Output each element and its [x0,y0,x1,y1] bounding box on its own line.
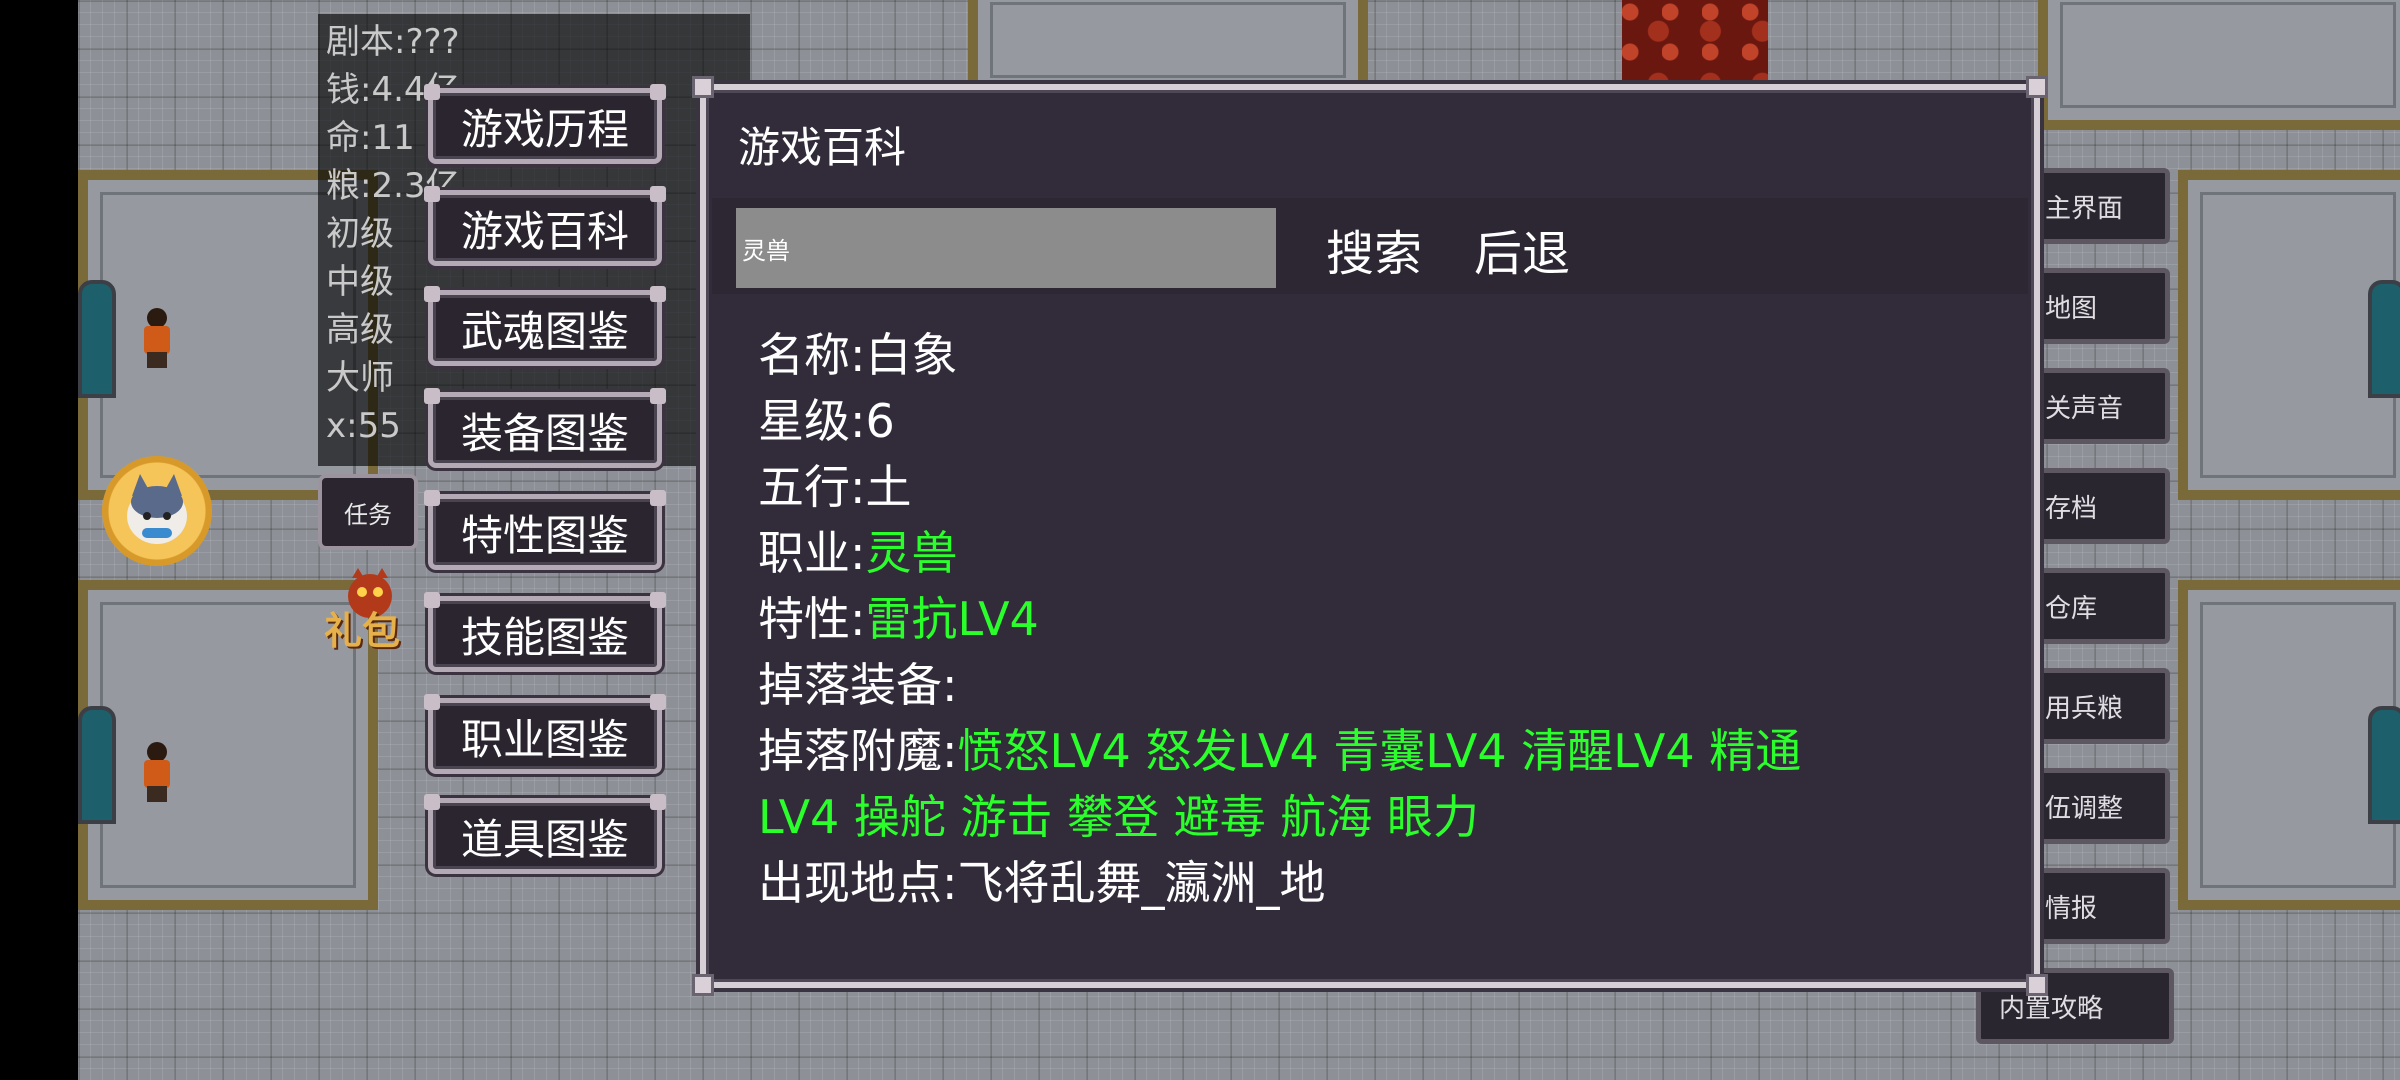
lava-tile [1622,0,1768,84]
menu-game-history[interactable]: 游戏历程 [424,84,666,164]
dialog-corner [2026,76,2048,98]
map-room [2038,0,2400,130]
door [78,706,116,824]
task-button[interactable]: 任务 [318,474,418,550]
element-row: 五行:土 [758,454,2008,520]
dialog-title: 游戏百科 [738,123,907,172]
stat-junior: 初级 [326,214,394,254]
drop-enchant-links-cont[interactable]: LV4 操舵 游击 攀登 避毒 航海 眼力 [758,784,2008,850]
encyclopedia-dialog: 游戏百科 搜索 后退 名称:白象 星级:6 五行:土 职业:灵兽 特性:雷抗LV… [692,76,2048,996]
location-row: 出现地点:飞将乱舞_瀛洲_地 [758,850,2008,916]
element-label: 五行: [758,460,866,514]
name-value: 白象 [865,328,958,382]
door [2368,706,2400,824]
star-label: 星级: [758,394,866,448]
menu-martial-soul-codex[interactable]: 武魂图鉴 [424,286,666,366]
menu-class-codex[interactable]: 职业图鉴 [424,694,666,774]
drop-enchant-links[interactable]: 愤怒LV4 怒发LV4 青囊LV4 清醒LV4 精通 [958,724,1802,778]
menu-skill-codex[interactable]: 技能图鉴 [424,592,666,672]
stat-life: 命:11 [326,118,415,158]
entry-details: 名称:白象 星级:6 五行:土 职业:灵兽 特性:雷抗LV4 掉落装备: 掉落附… [758,322,2008,916]
avatar[interactable] [102,456,212,566]
cat-avatar-icon [127,474,187,544]
search-button[interactable]: 搜索 [1326,214,1422,284]
drop-enchant-row: 掉落附魔:愤怒LV4 怒发LV4 青囊LV4 清醒LV4 精通 [758,718,2008,784]
drop-enchant-label: 掉落附魔: [758,724,958,778]
dialog-corner [2026,974,2048,996]
hero-sprite[interactable] [140,742,174,802]
menu-equipment-codex[interactable]: 装备图鉴 [424,388,666,468]
back-button[interactable]: 后退 [1474,214,1570,284]
stat-coord: x:55 [326,406,401,446]
location-value: 飞将乱舞_瀛洲_地 [957,856,1326,910]
dialog-corner [692,974,714,996]
class-row: 职业:灵兽 [758,520,2008,586]
trait-value-link[interactable]: 雷抗LV4 [866,592,1039,646]
door [78,280,116,398]
map-room [2178,170,2400,500]
dialog-corner [692,76,714,98]
hero-sprite[interactable] [140,308,174,368]
name-row: 名称:白象 [758,322,2008,388]
star-value: 6 [865,394,895,448]
gift-label[interactable]: 礼包 [324,600,400,655]
stat-script: 剧本:??? [326,22,460,62]
star-row: 星级:6 [758,388,2008,454]
drop-equip-label: 掉落装备: [758,658,958,712]
menu-trait-codex[interactable]: 特性图鉴 [424,490,666,570]
stat-master: 大师 [326,358,394,398]
door [2368,280,2400,398]
class-label: 职业: [758,526,866,580]
class-value-link[interactable]: 灵兽 [866,526,958,580]
name-label: 名称: [758,328,866,382]
drop-equip-row: 掉落装备: [758,652,2008,718]
trait-row: 特性:雷抗LV4 [758,586,2008,652]
trait-label: 特性: [758,592,866,646]
location-label: 出现地点: [758,856,958,910]
menu-game-encyclopedia[interactable]: 游戏百科 [424,186,666,266]
element-value: 土 [865,460,912,514]
search-input[interactable] [736,208,1276,288]
map-room [2178,580,2400,910]
menu-item-codex[interactable]: 道具图鉴 [424,794,666,874]
stat-middle: 中级 [326,262,394,302]
stat-senior: 高级 [326,310,394,350]
